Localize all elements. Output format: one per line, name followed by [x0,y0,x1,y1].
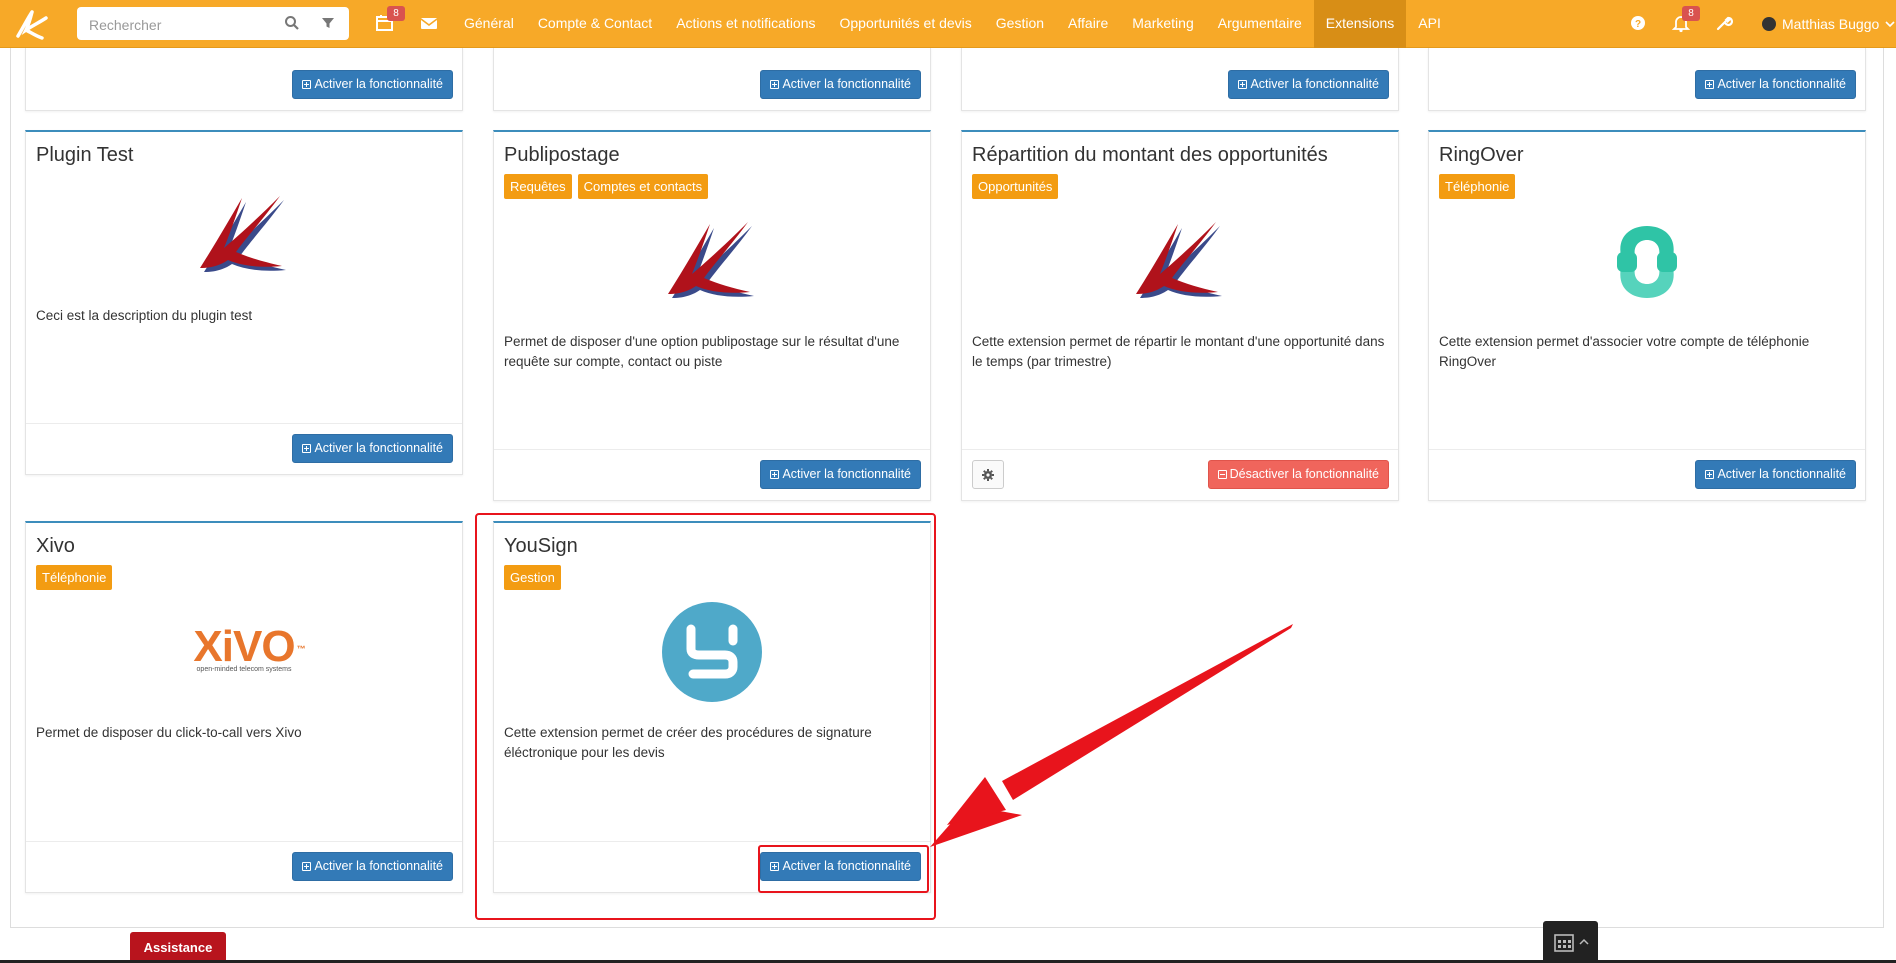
menu-item-general[interactable]: Général [452,0,526,48]
notifications-badge: 8 [1682,6,1700,21]
wrench-icon[interactable] [1713,12,1735,34]
calendar-icon [1553,934,1574,952]
user-name: Matthias Buggo [1782,16,1880,32]
k-logo [26,190,462,280]
card-description: Ceci est la description du plugin test [36,308,253,323]
activate-button[interactable]: Activer la fonctionnalité [1228,70,1389,99]
card-title: Publipostage [504,144,620,166]
calendar-widget-toggle[interactable] [1543,921,1598,963]
card-title: Plugin Test [36,144,134,166]
deactivate-button[interactable]: Désactiver la fonctionnalité [1207,460,1389,489]
plus-square-icon [1705,80,1715,89]
activate-button[interactable]: Activer la fonctionnalité [292,852,453,881]
menu-item-opportunities-quotes[interactable]: Opportunités et devis [828,0,984,48]
menu-item-marketing[interactable]: Marketing [1120,0,1205,48]
card-tags: Opportunités [972,174,1059,199]
activate-button[interactable]: Activer la fonctionnalité [1695,460,1856,489]
tag-badge: Requêtes [504,174,572,199]
tag-badge: Téléphonie [1439,174,1516,199]
svg-text:?: ? [1635,19,1641,30]
top-navbar: 8 Général Compte & Contact Actions et no… [0,0,1896,48]
search-icon[interactable] [284,15,300,31]
tag-badge: Téléphonie [36,565,113,590]
card-title: RingOver [1439,144,1524,166]
mail-icon[interactable] [418,12,440,34]
card-title: Xivo [36,535,75,557]
plus-square-icon [1705,470,1715,479]
menu-item-actions-notifications[interactable]: Actions et notifications [664,0,827,48]
gear-icon [982,468,994,481]
main-menu: Général Compte & Contact Actions et noti… [452,0,1453,48]
menu-item-sales-pitch[interactable]: Argumentaire [1206,0,1314,48]
plus-square-icon [770,470,780,479]
card-description: Cette extension permet d'associer votre … [1439,334,1810,369]
xivo-logo-tm: ™ [296,644,306,654]
card-description: Permet de disposer d'une option publipos… [504,334,900,369]
extension-card-xivo: Xivo Téléphonie XiVO ™ open-minded teleco… [25,521,463,893]
avatar [1762,17,1776,31]
menu-item-business[interactable]: Affaire [1056,0,1120,48]
extension-card-partial: Activer la fonctionnalité [493,48,931,111]
chevron-down-icon [1885,21,1895,28]
k-logo [962,216,1398,306]
k-logo [494,216,930,306]
plus-square-icon [302,862,312,871]
minus-square-icon [1217,470,1227,479]
plus-square-icon [302,80,312,89]
extension-card-partial: Activer la fonctionnalité [961,48,1399,111]
chevron-up-icon [1578,938,1589,945]
extension-card-plugin-test: Plugin Test Ceci est la description du p… [25,130,463,475]
app-logo[interactable] [10,6,50,42]
calendar-badge: 8 [387,6,405,21]
card-tags: Requêtes Comptes et contacts [504,174,709,199]
xivo-logo: XiVO ™ open-minded telecom systems [26,625,462,674]
card-tags: Téléphonie [1439,174,1516,199]
activate-button[interactable]: Activer la fonctionnalité [292,70,453,99]
tag-badge: Comptes et contacts [577,174,709,199]
activate-button[interactable]: Activer la fonctionnalité [292,434,453,463]
menu-item-extensions[interactable]: Extensions [1313,0,1407,48]
extension-card-publipostage: Publipostage Requêtes Comptes et contact… [493,130,931,501]
extension-card-partial: Activer la fonctionnalité [25,48,463,111]
menu-item-api[interactable]: API [1406,0,1453,48]
plus-square-icon [302,444,312,453]
card-description: Permet de disposer du click-to-call vers… [36,725,302,740]
assistance-button[interactable]: Assistance [130,932,226,963]
user-menu[interactable]: Matthias Buggo [1762,0,1895,48]
settings-button[interactable] [972,460,1004,489]
help-icon[interactable]: ? [1627,12,1649,34]
card-description: Cette extension permet de répartir le mo… [972,334,1385,369]
search-input[interactable] [87,13,281,36]
activate-button[interactable]: Activer la fonctionnalité [760,70,921,99]
highlight-box-activate-button [758,845,929,893]
menu-item-management[interactable]: Gestion [984,0,1056,48]
menu-item-account-contact[interactable]: Compte & Contact [526,0,664,48]
plus-square-icon [1238,80,1248,89]
plus-square-icon [770,80,780,89]
card-title: Répartition du montant des opportunités [972,144,1328,166]
xivo-logo-text: XiVO [193,622,295,671]
activate-button[interactable]: Activer la fonctionnalité [1695,70,1856,99]
ringover-logo [1429,222,1865,302]
extension-card-partial: Activer la fonctionnalité [1428,48,1866,111]
extension-card-ringover: RingOver Téléphonie Cette extension perm… [1428,130,1866,501]
activate-button[interactable]: Activer la fonctionnalité [760,460,921,489]
card-tags: Téléphonie [36,565,113,590]
extension-card-repartition: Répartition du montant des opportunités … [961,130,1399,501]
search-box [77,7,349,40]
filter-icon[interactable] [320,15,336,31]
tag-badge: Opportunités [972,174,1059,199]
